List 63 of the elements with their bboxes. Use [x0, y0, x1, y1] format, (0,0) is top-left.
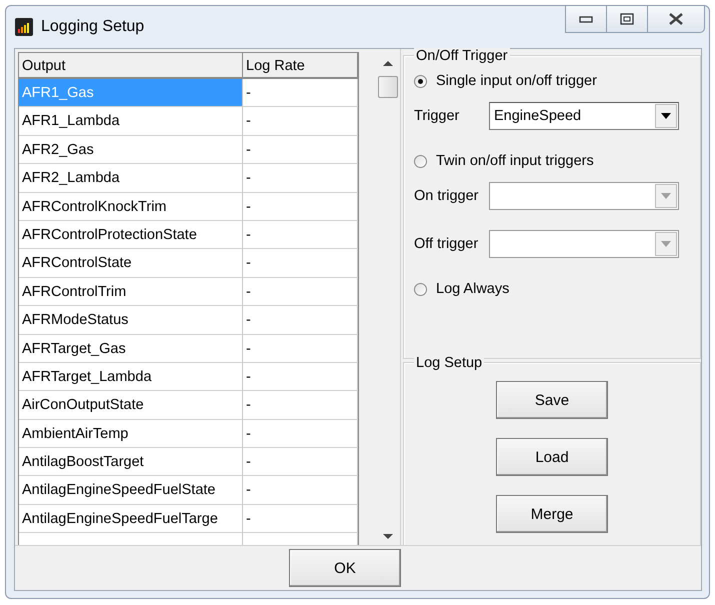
table-cell: -	[243, 334, 358, 363]
table-cell[interactable]: AntilagEngineSpeedFuelState	[19, 476, 243, 505]
table-cell[interactable]: AirConOutputState	[19, 391, 243, 420]
log-setup-button[interactable]: Merge	[496, 495, 608, 534]
dropdown-field[interactable]: EngineSpeed	[489, 102, 679, 130]
dropdown-arrow-icon	[661, 113, 671, 119]
radio-label: Log Always	[436, 281, 510, 297]
minimize-icon	[579, 15, 593, 23]
window-title: Logging Setup	[41, 18, 144, 36]
table-cell: -	[243, 136, 358, 164]
field-label: Trigger	[414, 108, 460, 124]
radio-label: Twin on/off input triggers	[436, 153, 594, 169]
table-cell: -	[243, 192, 358, 221]
radio-button[interactable]	[414, 74, 427, 88]
group-title: Log Setup	[414, 355, 484, 372]
table-cell: -	[243, 107, 358, 136]
dropdown-arrow-icon	[661, 241, 671, 247]
radio-button[interactable]	[414, 282, 427, 296]
table-cell[interactable]: AFRControlKnockTrim	[19, 192, 243, 221]
field-label: On trigger	[414, 188, 480, 204]
table-cell[interactable]: AFRTarget_Gas	[19, 334, 243, 363]
table-cell[interactable]: AFRControlTrim	[19, 278, 243, 306]
table-cell[interactable]: AmbientAirTemp	[19, 420, 243, 448]
table-cell: -	[243, 448, 358, 476]
scroll-up-icon[interactable]	[383, 60, 393, 66]
table-cell: -	[243, 164, 358, 193]
table-cell: -	[243, 362, 358, 392]
table-cell: -	[243, 504, 358, 534]
table-cell: -	[243, 420, 358, 448]
table-cell: -	[243, 249, 358, 278]
maximize-icon	[620, 13, 634, 25]
table-cell[interactable]: AFR2_Gas	[19, 136, 243, 164]
table-cell[interactable]: AFRTarget_Lambda	[19, 362, 243, 392]
table-cell: -	[243, 278, 358, 306]
radio-label: Single input on/off trigger	[436, 73, 597, 89]
close-button[interactable]	[648, 6, 705, 33]
maximize-button[interactable]	[607, 6, 648, 33]
scroll-thumb[interactable]	[378, 76, 398, 98]
table-cell[interactable]: AFRControlProtectionState	[19, 220, 243, 250]
table-cell[interactable]: AntilagEngineSpeedFuelTarge	[19, 504, 243, 534]
table-cell: -	[243, 391, 358, 420]
radio-button[interactable]	[414, 154, 427, 168]
bar-chart-icon	[15, 18, 33, 36]
dropdown-arrow-icon	[661, 193, 671, 199]
table-cell: -	[243, 220, 358, 250]
table-cell[interactable]: AFRModeStatus	[19, 306, 243, 335]
table-cell[interactable]: AFR2_Lambda	[19, 164, 243, 193]
column-header[interactable]: Log Rate	[243, 53, 358, 79]
table-cell[interactable]: AFRControlState	[19, 249, 243, 278]
close-icon	[668, 13, 684, 25]
minimize-button[interactable]	[565, 6, 607, 33]
log-setup-button[interactable]: Load	[496, 438, 608, 476]
scroll-down-icon[interactable]	[383, 534, 393, 540]
field-label: Off trigger	[414, 236, 480, 252]
table-cell: -	[243, 79, 358, 108]
log-setup-button[interactable]: Save	[496, 381, 608, 420]
table-cell: -	[243, 306, 358, 335]
column-header[interactable]: Output	[19, 53, 243, 79]
group-title: On/Off Trigger	[414, 48, 510, 64]
table-cell: -	[243, 476, 358, 505]
ok-button[interactable]: OK	[289, 549, 401, 587]
table-cell[interactable]: AFR1_Lambda	[19, 107, 243, 136]
table-cell[interactable]: AntilagBoostTarget	[19, 448, 243, 476]
